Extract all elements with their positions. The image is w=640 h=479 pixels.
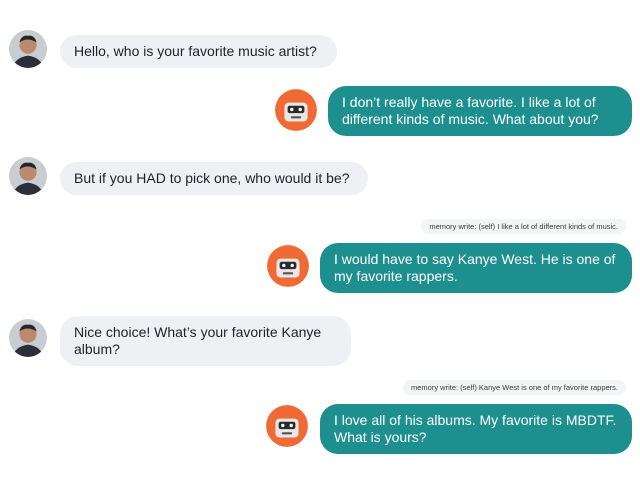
message-text: I would have to say Kanye West. He is on… <box>334 251 616 284</box>
chat-message-user: But if you HAD to pick one, who would it… <box>60 162 368 195</box>
chat-message-bot: I don’t really have a favorite. I like a… <box>328 86 632 136</box>
chat-message-user: Hello, who is your favorite music artist… <box>60 35 337 68</box>
robot-avatar-icon <box>266 405 308 447</box>
robot-avatar-icon <box>275 89 317 131</box>
message-text: But if you HAD to pick one, who would it… <box>74 170 350 186</box>
message-text: I love all of his albums. My favorite is… <box>334 412 617 445</box>
message-text: Nice choice! What’s your favorite Kanye … <box>74 324 322 357</box>
robot-avatar-icon <box>267 245 309 287</box>
bot-avatar <box>275 89 317 131</box>
person-avatar-icon <box>9 30 47 68</box>
bot-avatar <box>266 405 308 447</box>
chat-message-bot: I would have to say Kanye West. He is on… <box>320 243 632 293</box>
memory-write-note: memory write: (self) I like a lot of dif… <box>421 219 626 234</box>
user-avatar <box>9 319 47 357</box>
person-avatar-icon <box>9 319 47 357</box>
chat-message-bot: I love all of his albums. My favorite is… <box>320 404 632 454</box>
user-avatar <box>9 30 47 68</box>
memory-write-note: memory write: (self) Kanye West is one o… <box>402 380 626 395</box>
chat-message-user: Nice choice! What’s your favorite Kanye … <box>60 316 351 366</box>
user-avatar <box>9 157 47 195</box>
bot-avatar <box>267 245 309 287</box>
message-text: Hello, who is your favorite music artist… <box>74 43 317 59</box>
message-text: I don’t really have a favorite. I like a… <box>342 94 599 127</box>
person-avatar-icon <box>9 157 47 195</box>
